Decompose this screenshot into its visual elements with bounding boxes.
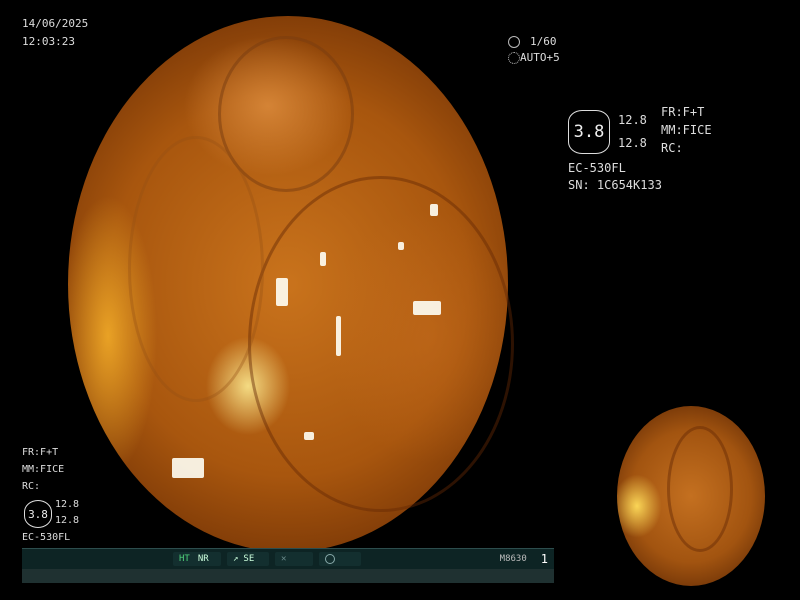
tissue-fold — [128, 136, 264, 402]
freeze-icon: ✕ — [281, 554, 287, 564]
rc-text: RC: — [22, 481, 41, 492]
value2-text: 12.8 — [55, 515, 80, 526]
zoom-badge: 3.8 — [24, 500, 52, 528]
value1-text: 12.8 — [55, 499, 80, 510]
auto-text: AUTO+5 — [520, 51, 560, 64]
specular-glint — [304, 432, 314, 440]
value1-text: 12.8 — [618, 113, 647, 127]
capture-icon — [325, 554, 335, 564]
value2-text: 12.8 — [618, 136, 647, 150]
ht-label: HT — [179, 554, 190, 564]
tissue-fold — [248, 176, 514, 512]
model-text: M8630 — [499, 554, 527, 564]
freeze-indicator: ✕ — [275, 552, 313, 566]
serial-number-text: SN: 1C654K133 — [568, 178, 662, 192]
zoom-value: 3.8 — [573, 122, 605, 142]
fr-text: FR:F+T — [661, 105, 705, 119]
specular-glint — [413, 301, 441, 315]
nr-label: NR — [197, 554, 209, 564]
endoscope-thumbnail-view — [617, 406, 765, 586]
time-text: 12:03:23 — [22, 35, 75, 48]
status-bar: HT NR ↗ SE ✕ M8630 1 — [22, 548, 554, 569]
shutter-icon — [508, 36, 520, 48]
endoscope-main-view — [68, 16, 514, 552]
mm-text: MM:FICE — [661, 123, 712, 137]
shutter-text: 1/60 — [530, 35, 557, 48]
scope-model-text: EC-530FL — [22, 532, 71, 543]
status-bar-lower — [22, 569, 554, 583]
specular-glint — [430, 204, 438, 216]
specular-glint — [398, 242, 404, 250]
rc-text: RC: — [661, 141, 683, 155]
ht-nr-indicator: HT NR — [173, 552, 221, 566]
specular-glint — [172, 458, 204, 478]
mm-text: MM:FICE — [22, 464, 65, 475]
index-text: 1 — [540, 552, 548, 566]
specular-glint — [336, 316, 341, 356]
specular-glint — [320, 252, 326, 266]
date-text: 14/06/2025 — [22, 17, 89, 30]
fr-text: FR:F+T — [22, 447, 59, 458]
capture-indicator — [319, 552, 361, 566]
zoom-badge: 3.8 — [568, 110, 610, 154]
auto-iris-icon — [508, 52, 520, 64]
specular-glint — [276, 278, 288, 306]
se-indicator: ↗ SE — [227, 552, 269, 566]
tissue-fold — [667, 426, 733, 552]
structure-enhance-icon: ↗ — [233, 554, 239, 564]
scope-model-text: EC-530FL — [568, 161, 626, 175]
se-label: SE — [243, 554, 255, 564]
zoom-value: 3.8 — [28, 507, 48, 521]
